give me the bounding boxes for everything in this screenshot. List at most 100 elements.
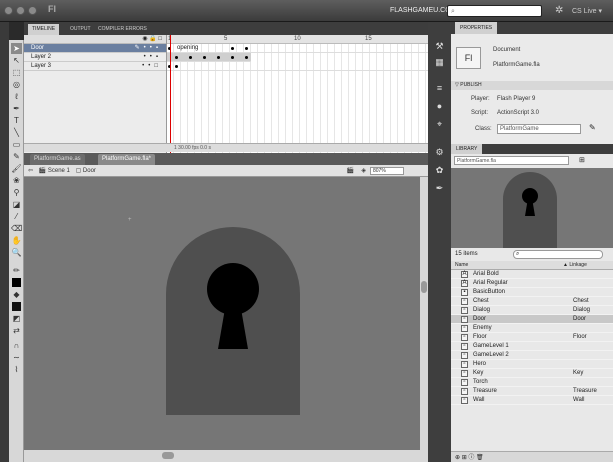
line-tool-icon[interactable]: ╲ [11,127,22,138]
layer-row-layer-2[interactable]: Layer 2 ••▪ [24,53,166,62]
close-window-button[interactable] [4,6,13,15]
minimize-window-button[interactable] [16,6,25,15]
paint-bucket-tool-icon[interactable]: ◪ [11,199,22,210]
keyframe[interactable] [175,65,178,68]
library-item[interactable]: A Arial Regular [451,279,613,288]
frame-ruler[interactable]: 1 5 10 15 [167,35,428,44]
keyframe[interactable] [203,56,206,59]
library-footer-icons[interactable]: ⊕ ⊞ ⓘ 🗑 [451,455,484,461]
selection-tool-icon[interactable]: ➤ [11,43,22,54]
eyedropper-tool-icon[interactable]: ⁄ [11,211,22,222]
keyframe[interactable] [231,47,234,50]
edit-class-icon[interactable]: ✎ [589,123,596,132]
frame-row-layer-2[interactable] [167,53,251,62]
library-item[interactable]: ▫ Wall Wall [451,396,613,405]
library-file-select[interactable]: PlatformGame.fla [454,156,569,165]
name-column[interactable]: Name [455,261,468,270]
layer-toggles[interactable]: ••□ [142,62,162,71]
swatches-icon[interactable]: ▦ [433,56,446,69]
straighten-icon[interactable]: ⌇ [11,364,22,375]
layer-row-layer-3[interactable]: Layer 3 ••□ [24,62,166,71]
library-item[interactable]: ▫ Hero [451,360,613,369]
horizontal-scrollbar[interactable] [24,450,428,462]
tab-library[interactable]: LIBRARY [451,144,483,154]
script-value[interactable]: ActionScript 3.0 [497,110,539,116]
library-item[interactable]: ▫ Chest Chest [451,297,613,306]
scroll-thumb[interactable] [162,452,174,459]
library-item[interactable]: A Arial Bold [451,270,613,279]
zoom-select[interactable]: 807% [370,167,404,175]
library-item[interactable]: ▫ Torch [451,378,613,387]
pencil-tool-icon[interactable]: ✎ [11,151,22,162]
tab-properties[interactable]: PROPERTIES [455,22,498,34]
scroll-thumb[interactable] [421,281,427,293]
linkage-column[interactable]: ▲ Linkage [563,261,587,270]
brush-tool-icon[interactable]: 🖌 [11,163,22,174]
window-controls[interactable] [4,6,37,15]
eraser-tool-icon[interactable]: ⌫ [11,223,22,234]
library-item[interactable]: ▫ Treasure Treasure [451,387,613,396]
pin-icon[interactable]: ⊞ [579,156,585,164]
snap-magnet-icon[interactable]: ∩ [11,340,22,351]
frame-row-door[interactable]: opening [167,44,428,53]
stroke-color-icon[interactable]: ✏ [11,265,22,276]
align-icon[interactable]: ≡ [433,82,446,95]
frame-grid[interactable]: 1 5 10 15 opening [167,35,428,153]
player-value[interactable]: Flash Player 9 [497,96,535,102]
text-tool-icon[interactable]: T [11,115,22,126]
fill-color-icon[interactable]: ◆ [11,289,22,300]
edit-symbols-icon[interactable]: ◈ [361,165,366,177]
library-item[interactable]: ▫ Door Door [451,315,613,324]
bone-tool-icon[interactable]: ⚲ [11,187,22,198]
fill-swatch[interactable] [11,301,22,312]
back-arrow-icon[interactable]: ⇦ [24,168,33,174]
lasso-tool-icon[interactable]: ℓ [11,91,22,102]
tab-compiler-errors[interactable]: COMPILER ERRORS [94,24,151,35]
hand-tool-icon[interactable]: ✋ [11,235,22,246]
library-search-input[interactable]: ⌕ [513,250,603,259]
playhead[interactable] [170,35,171,153]
smooth-icon[interactable]: ∼ [11,352,22,363]
edit-scene-icon[interactable]: 🎬 [347,165,354,177]
library-item[interactable]: ▫ Dialog Dialog [451,306,613,315]
brush-library-icon[interactable]: ✒ [433,182,446,195]
tab-output[interactable]: OUTPUT [66,24,95,35]
keyframe[interactable] [175,56,178,59]
black-white-icon[interactable]: ◩ [11,313,22,324]
keyframe[interactable] [189,56,192,59]
rectangle-tool-icon[interactable]: ▭ [11,139,22,150]
library-item[interactable]: ▪ BasicButton [451,288,613,297]
library-item[interactable]: ▫ Floor Floor [451,333,613,342]
tab-timeline[interactable]: TIMELINE [28,24,60,35]
library-item[interactable]: ▫ Key Key [451,369,613,378]
zoom-window-button[interactable] [28,6,37,15]
gear-icon[interactable]: ✲ [555,5,563,16]
layer-toggles[interactable]: ✎••▪ [135,44,162,53]
keyframe[interactable] [245,47,248,50]
transform-icon[interactable]: ⌖ [433,118,446,131]
keyframe[interactable] [217,56,220,59]
library-item[interactable]: ▫ GameLevel 1 [451,342,613,351]
info-icon[interactable]: ● [433,100,446,113]
subselection-tool-icon[interactable]: ↖ [11,55,22,66]
library-item[interactable]: ▫ Enemy [451,324,613,333]
pen-tool-icon[interactable]: ✒ [11,103,22,114]
doc-tab-fla[interactable]: PlatformGame.fla* [98,154,156,165]
doc-tab-as[interactable]: PlatformGame.as [30,154,85,165]
symbol-breadcrumb[interactable]: Door [83,168,96,174]
cs-live-button[interactable]: CS Live ▾ [572,7,602,15]
stage[interactable]: + [24,177,420,450]
deco-tool-icon[interactable]: ❀ [11,175,22,186]
scene-breadcrumb[interactable]: Scene 1 [48,168,70,174]
publish-section[interactable]: ▽ PUBLISH [451,81,613,90]
motion-editor-icon[interactable]: ⚒ [433,40,446,53]
stroke-swatch[interactable] [11,277,22,288]
vertical-scrollbar[interactable] [420,177,428,450]
frame-row-layer-3[interactable] [167,62,428,71]
3d-rotation-tool-icon[interactable]: ◎ [11,79,22,90]
free-transform-tool-icon[interactable]: ⬚ [11,67,22,78]
class-input[interactable]: PlatformGame [497,124,581,134]
help-search-input[interactable]: ⌕ [447,5,542,17]
swap-colors-icon[interactable]: ⇄ [11,325,22,336]
keyframe[interactable] [245,56,248,59]
